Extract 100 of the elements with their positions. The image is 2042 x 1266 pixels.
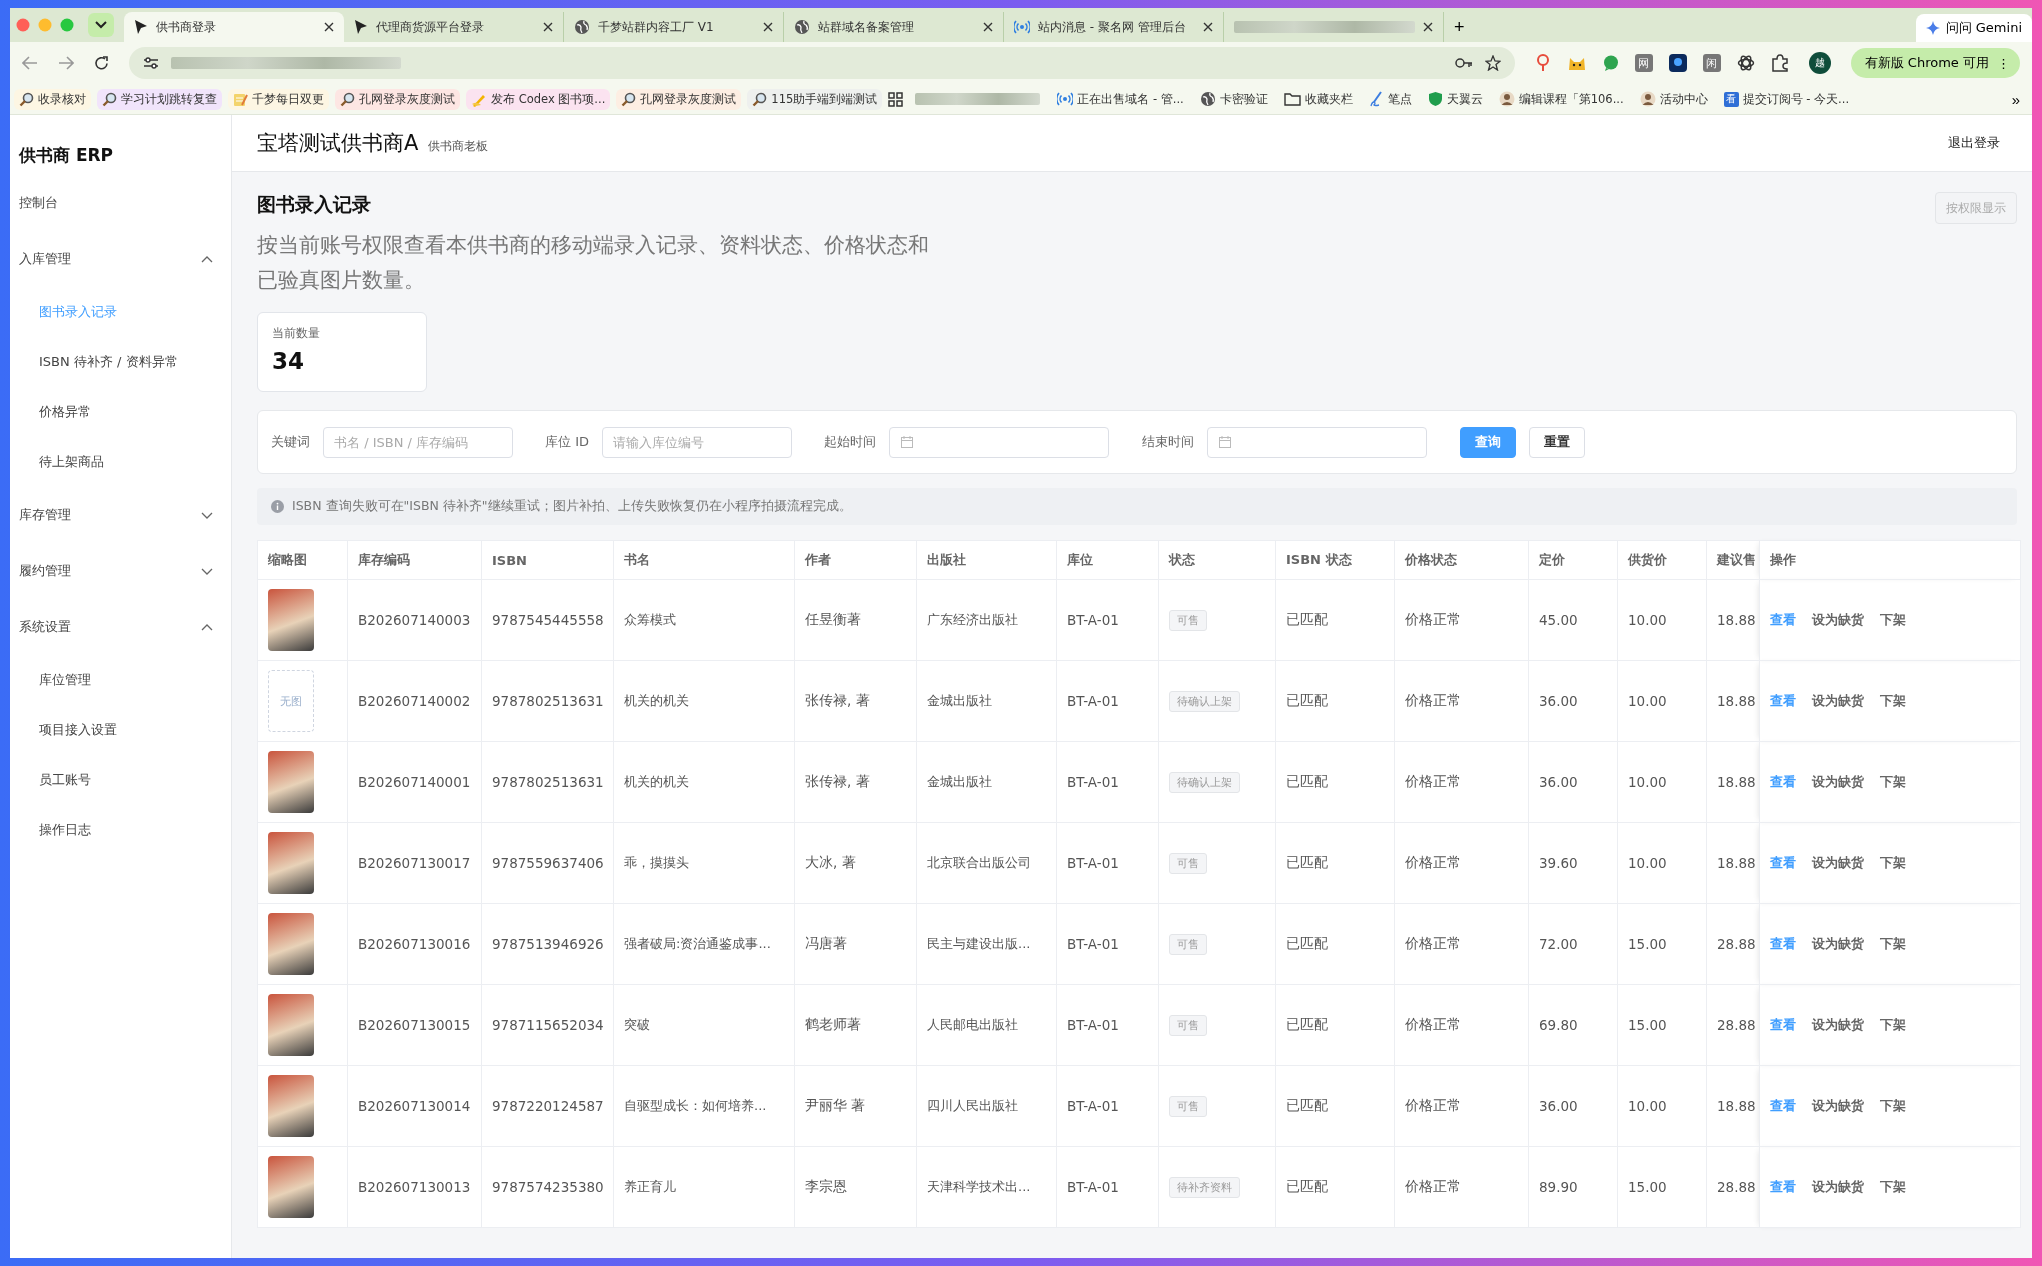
table-cell: 18.88 (1706, 660, 1760, 742)
close-icon[interactable] (1203, 22, 1213, 32)
nav-subitem[interactable]: ISBN 待补齐 / 资料异常 (10, 337, 231, 387)
tab-title: 代理商货源平台登录 (376, 18, 485, 36)
table-cell: 89.90 (1528, 1146, 1618, 1228)
nav-item[interactable]: 系统设置 (10, 599, 231, 655)
date-field[interactable] (889, 426, 1109, 458)
table-cell: B202607130015 (347, 984, 482, 1066)
bookmark[interactable]: 发布 Codex 图书项... (466, 88, 611, 110)
action-link[interactable]: 设为缺货 (1812, 1098, 1864, 1113)
magnifier-icon (621, 91, 637, 107)
bookmark[interactable]: 收录核对 (14, 88, 91, 110)
nav-item[interactable]: 库存管理 (10, 487, 231, 543)
nav-subitem[interactable]: 操作日志 (10, 805, 231, 855)
nav-item[interactable]: 履约管理 (10, 543, 231, 599)
app-icon[interactable] (1668, 54, 1687, 72)
logout-button[interactable]: 退出登录 (1942, 133, 2006, 153)
bookmark[interactable]: 孔网登录灰度测试 (616, 88, 742, 110)
table-cell: 尹丽华 著 (794, 1065, 917, 1147)
table-cell: 天津科学技术出... (916, 1146, 1057, 1228)
status-tag: 可售 (1169, 1014, 1207, 1036)
action-link[interactable]: 下架 (1880, 1098, 1906, 1113)
gemini-button[interactable]: 问问 Gemini (1915, 14, 2032, 42)
back-icon[interactable] (22, 56, 38, 70)
more-bookmarks-button[interactable]: » (2003, 90, 2028, 108)
page-title: 图书录入记录 (257, 192, 372, 217)
close-icon[interactable] (983, 22, 993, 32)
bookmark[interactable]: 学习计划跳转复查 (97, 88, 222, 110)
profile-avatar[interactable]: 越 (1808, 52, 1831, 74)
table-cell: 已匹配 (1275, 822, 1395, 904)
table-cell: 9787559637406 (481, 822, 614, 904)
action-link[interactable]: 设为缺货 (1812, 936, 1864, 951)
table-cell: 价格正常 (1394, 903, 1529, 985)
chat-bubble-icon[interactable] (1602, 55, 1619, 71)
table-cell: 10.00 (1617, 660, 1707, 742)
action-link[interactable]: 下架 (1880, 1179, 1906, 1194)
action-link[interactable]: 下架 (1880, 693, 1906, 708)
tab-title: 供书商登录 (156, 18, 217, 36)
apps-grid-icon (888, 91, 904, 107)
reload-icon[interactable] (94, 55, 109, 71)
bookmark[interactable]: 收藏夹栏 (1278, 88, 1358, 110)
nav-subitem[interactable]: 库位管理 (10, 655, 231, 705)
nav-subitem[interactable]: 待上架商品 (10, 437, 231, 487)
close-icon[interactable] (543, 22, 553, 32)
column-header: 价格状态 (1394, 540, 1529, 580)
action-link[interactable]: 下架 (1880, 774, 1906, 789)
site-settings-icon[interactable] (143, 56, 159, 70)
bookmark[interactable]: 编辑课程「第106... (1493, 88, 1629, 110)
bookmark[interactable]: 看 提交订阅号 - 今天... (1718, 88, 1855, 110)
close-icon[interactable] (763, 22, 773, 32)
action-link[interactable]: 下架 (1880, 612, 1906, 627)
pin-icon[interactable] (1534, 54, 1551, 72)
close-icon[interactable] (1423, 22, 1433, 32)
action-link[interactable]: 设为缺货 (1812, 612, 1864, 627)
action-link[interactable]: 下架 (1880, 1017, 1906, 1032)
filter-label: 库位 ID (545, 433, 589, 451)
update-chrome-button[interactable]: 有新版 Chrome 可用 ⋮ (1850, 48, 2020, 78)
table-cell: 民主与建设出版... (916, 903, 1057, 985)
key-icon[interactable] (1454, 57, 1473, 69)
nav-subitem[interactable]: 价格异常 (10, 387, 231, 437)
tab-title: 站内消息 - 聚名网 管理后台 (1038, 18, 1187, 36)
action-link[interactable]: 设为缺货 (1812, 855, 1864, 870)
bookmark[interactable]: 活动中心 (1634, 88, 1713, 110)
knot-icon[interactable] (1736, 54, 1755, 72)
star-icon[interactable] (1484, 55, 1501, 71)
date-field[interactable] (1207, 426, 1427, 458)
nav-item[interactable]: 入库管理 (10, 231, 231, 287)
bookmark[interactable]: 孔网登录灰度测试 (335, 88, 460, 110)
table-cell: 已匹配 (1275, 741, 1395, 823)
nav-subitem[interactable]: 项目接入设置 (10, 705, 231, 755)
nav-subitem[interactable]: 员工账号 (10, 755, 231, 805)
bookmark[interactable]: 天翼云 (1422, 88, 1488, 110)
browser-tab[interactable]: 供书商登录 (124, 12, 344, 42)
action-link[interactable]: 设为缺货 (1812, 1179, 1864, 1194)
nav-item[interactable]: 控制台 (10, 175, 231, 231)
bookmark[interactable]: 千梦每日双更 (228, 88, 329, 110)
action-link[interactable]: 设为缺货 (1812, 693, 1864, 708)
forward-icon[interactable] (58, 56, 74, 70)
filter-input[interactable]: 请输入库位编号 (602, 426, 792, 458)
table-cell: 冯唐著 (794, 903, 917, 985)
action-link[interactable]: 设为缺货 (1812, 774, 1864, 789)
tab-search-button[interactable] (88, 13, 114, 37)
filter-input[interactable]: 书名 / ISBN / 库存编码 (323, 426, 513, 458)
bookmark[interactable]: 115助手端到端测试 (747, 88, 883, 110)
action-link[interactable]: 下架 (1880, 936, 1906, 951)
bookmark[interactable]: 正在出售域名 - 管... (1052, 88, 1189, 110)
close-icon[interactable] (324, 22, 334, 32)
bookmark[interactable]: 卡密验证 (1194, 88, 1273, 110)
table-cell: 10.00 (1617, 1065, 1707, 1147)
action-link[interactable]: 下架 (1880, 855, 1906, 870)
table-cell: 36.00 (1528, 741, 1618, 823)
extension-button[interactable]: 闲 (1702, 54, 1721, 72)
cat-icon[interactable] (1566, 55, 1587, 71)
action-link[interactable]: 设为缺货 (1812, 1017, 1864, 1032)
column-header: 建议售 (1706, 540, 1760, 580)
puzzle-icon[interactable] (1770, 54, 1789, 72)
new-tab-button[interactable]: + (1444, 12, 1475, 42)
reset-button[interactable]: 重置 (1529, 426, 1585, 458)
extension-button[interactable]: 网 (1634, 54, 1653, 72)
bookmark[interactable]: 笔点 (1363, 88, 1417, 110)
